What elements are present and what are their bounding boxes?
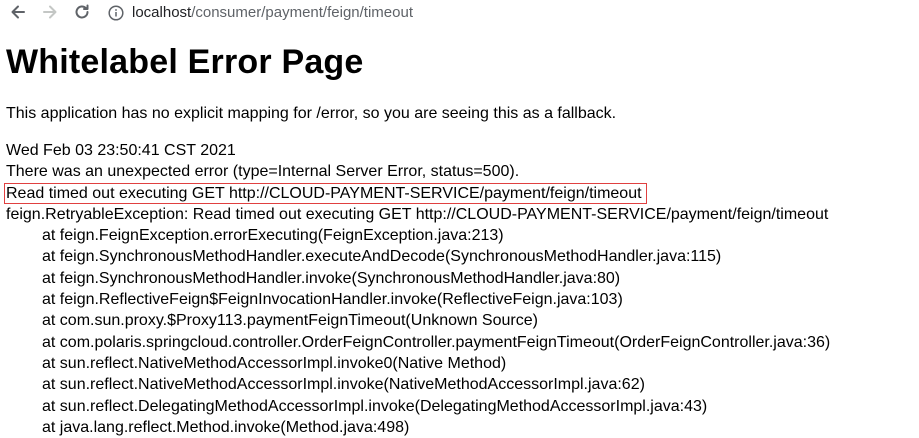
- stack-trace-line: at feign.SynchronousMethodHandler.execut…: [42, 248, 722, 266]
- url-host: localhost: [132, 4, 192, 21]
- stack-trace-line: at sun.reflect.NativeMethodAccessorImpl.…: [42, 376, 645, 394]
- fallback-message: This application has no explicit mapping…: [6, 105, 617, 122]
- page-title: Whitelabel Error Page: [6, 43, 364, 81]
- forward-arrow-icon: [43, 5, 57, 19]
- address-bar[interactable]: localhost/consumer/payment/feign/timeout: [108, 0, 413, 25]
- stack-trace-line: at feign.SynchronousMethodHandler.invoke…: [42, 269, 621, 287]
- highlighted-error-message: Read timed out executing GET http://CLOU…: [4, 182, 647, 204]
- exception-line: feign.RetryableException: Read timed out…: [6, 205, 829, 223]
- error-details: Wed Feb 03 23:50:41 CST 2021 There was a…: [4, 140, 919, 438]
- stack-trace-line: at feign.FeignException.errorExecuting(F…: [42, 227, 504, 245]
- url-path: /consumer/payment/feign/timeout: [191, 4, 413, 21]
- stack-trace: at feign.FeignException.errorExecuting(F…: [6, 225, 919, 438]
- url-text[interactable]: localhost/consumer/payment/feign/timeout: [132, 4, 413, 21]
- reload-button[interactable]: [72, 2, 92, 22]
- error-type-line: There was an unexpected error (type=Inte…: [6, 163, 520, 181]
- stack-trace-line: at com.polaris.springcloud.controller.Or…: [42, 333, 831, 351]
- stack-trace-line: at java.lang.reflect.Method.invoke(Metho…: [42, 418, 410, 436]
- info-icon[interactable]: [108, 4, 124, 21]
- page-content: Whitelabel Error Page This application h…: [4, 25, 919, 438]
- stack-trace-line: at com.sun.proxy.$Proxy113.paymentFeignT…: [42, 312, 538, 330]
- error-timestamp: Wed Feb 03 23:50:41 CST 2021: [6, 142, 236, 159]
- stack-trace-line: at feign.ReflectiveFeign$FeignInvocation…: [42, 291, 623, 309]
- reload-icon: [75, 4, 89, 19]
- forward-button[interactable]: [40, 2, 60, 22]
- back-arrow-icon: [11, 5, 25, 19]
- error-message-line: Read timed out executing GET http://CLOU…: [4, 182, 919, 204]
- stack-trace-line: at sun.reflect.DelegatingMethodAccessorI…: [42, 397, 708, 415]
- browser-toolbar: localhost/consumer/payment/feign/timeout: [0, 0, 919, 25]
- back-button[interactable]: [8, 2, 28, 22]
- stack-trace-line: at sun.reflect.NativeMethodAccessorImpl.…: [42, 354, 507, 372]
